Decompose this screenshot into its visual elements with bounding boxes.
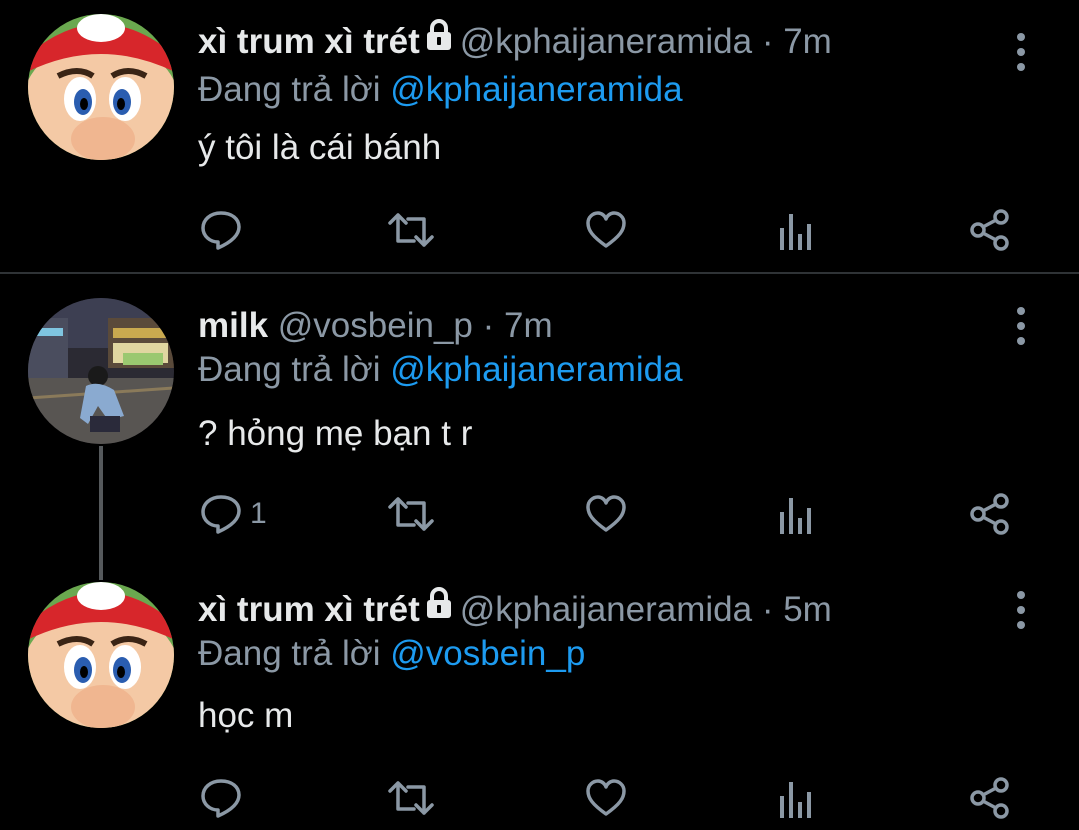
retweet-button[interactable] (386, 200, 436, 260)
display-name[interactable]: xì trum xì trét (198, 590, 420, 629)
reply-count: 1 (250, 497, 267, 530)
reply-icon (201, 779, 241, 818)
more-icon[interactable] (1009, 306, 1033, 346)
user-handle[interactable]: @vosbein_p (278, 306, 473, 345)
retweet-icon (388, 497, 434, 531)
separator-dot: · (482, 306, 495, 345)
timestamp[interactable]: 5m (783, 590, 832, 629)
reply-icon (201, 211, 241, 250)
reply-prefix: Đang trả lời (198, 350, 381, 389)
reply-button[interactable]: 1 (198, 484, 267, 544)
user-handle[interactable]: @kphaijaneramida (460, 22, 752, 61)
retweet-icon (388, 781, 434, 815)
tweet-actions (198, 768, 1028, 828)
tweet-actions (198, 200, 1028, 260)
tweet-1[interactable]: xì trum xì trét @kphaijaneramida · 7m Đan… (0, 14, 1079, 274)
tweet-header: xì trum xì trét @kphaijaneramida · 5m (198, 582, 832, 638)
lock-icon (424, 12, 454, 68)
timestamp[interactable]: 7m (504, 306, 553, 345)
street-photo-avatar[interactable] (28, 298, 174, 444)
display-name[interactable]: milk (198, 306, 268, 345)
like-icon (586, 779, 626, 816)
analytics-icon (780, 498, 811, 534)
analytics-icon (780, 214, 811, 250)
reply-button[interactable] (198, 200, 250, 260)
like-icon (586, 495, 626, 532)
mario-avatar[interactable] (28, 582, 174, 728)
reply-mention[interactable]: @kphaijaneramida (390, 70, 682, 109)
tweet-header: xì trum xì trét @kphaijaneramida · 7m (198, 14, 832, 70)
separator-dot: · (761, 22, 774, 61)
analytics-button[interactable] (778, 484, 814, 544)
like-button[interactable] (584, 484, 628, 544)
replying-to: Đang trả lời @kphaijaneramida (198, 70, 683, 110)
share-button[interactable] (968, 200, 1012, 260)
replying-to: Đang trả lời @vosbein_p (198, 634, 585, 674)
reply-button[interactable] (198, 768, 250, 828)
tweet-text: ? hỏng mẹ bạn t r (198, 414, 473, 453)
retweet-icon (388, 213, 434, 247)
share-icon (970, 777, 1009, 819)
replying-to: Đang trả lời @kphaijaneramida (198, 350, 683, 390)
tweet-2[interactable]: milk @vosbein_p · 7m Đang trả lời @kphai… (0, 298, 1079, 568)
retweet-button[interactable] (386, 768, 436, 828)
more-icon[interactable] (1009, 32, 1033, 72)
tweet-text: học m (198, 696, 294, 735)
analytics-button[interactable] (778, 200, 814, 260)
retweet-button[interactable] (386, 484, 436, 544)
like-button[interactable] (584, 200, 628, 260)
tweet-text: ý tôi là cái bánh (198, 128, 442, 167)
lock-icon (424, 580, 454, 636)
analytics-button[interactable] (778, 768, 814, 828)
display-name[interactable]: xì trum xì trét (198, 22, 420, 61)
share-icon (970, 493, 1009, 535)
analytics-icon (780, 782, 811, 818)
like-icon (586, 211, 626, 248)
share-button[interactable] (968, 768, 1012, 828)
reply-prefix: Đang trả lời (198, 634, 381, 673)
tweet-actions: 1 (198, 484, 1028, 544)
share-icon (970, 209, 1009, 251)
reply-mention[interactable]: @vosbein_p (390, 634, 585, 673)
tweet-divider (0, 272, 1079, 274)
share-button[interactable] (968, 484, 1012, 544)
like-button[interactable] (584, 768, 628, 828)
timestamp[interactable]: 7m (783, 22, 832, 61)
reply-mention[interactable]: @kphaijaneramida (390, 350, 682, 389)
user-handle[interactable]: @kphaijaneramida (460, 590, 752, 629)
more-icon[interactable] (1009, 590, 1033, 630)
mario-avatar[interactable] (28, 14, 174, 160)
tweet-header: milk @vosbein_p · 7m (198, 298, 553, 354)
separator-dot: · (761, 590, 774, 629)
tweet-3[interactable]: xì trum xì trét @kphaijaneramida · 5m Đan… (0, 582, 1079, 830)
reply-icon (201, 495, 241, 534)
reply-prefix: Đang trả lời (198, 70, 381, 109)
